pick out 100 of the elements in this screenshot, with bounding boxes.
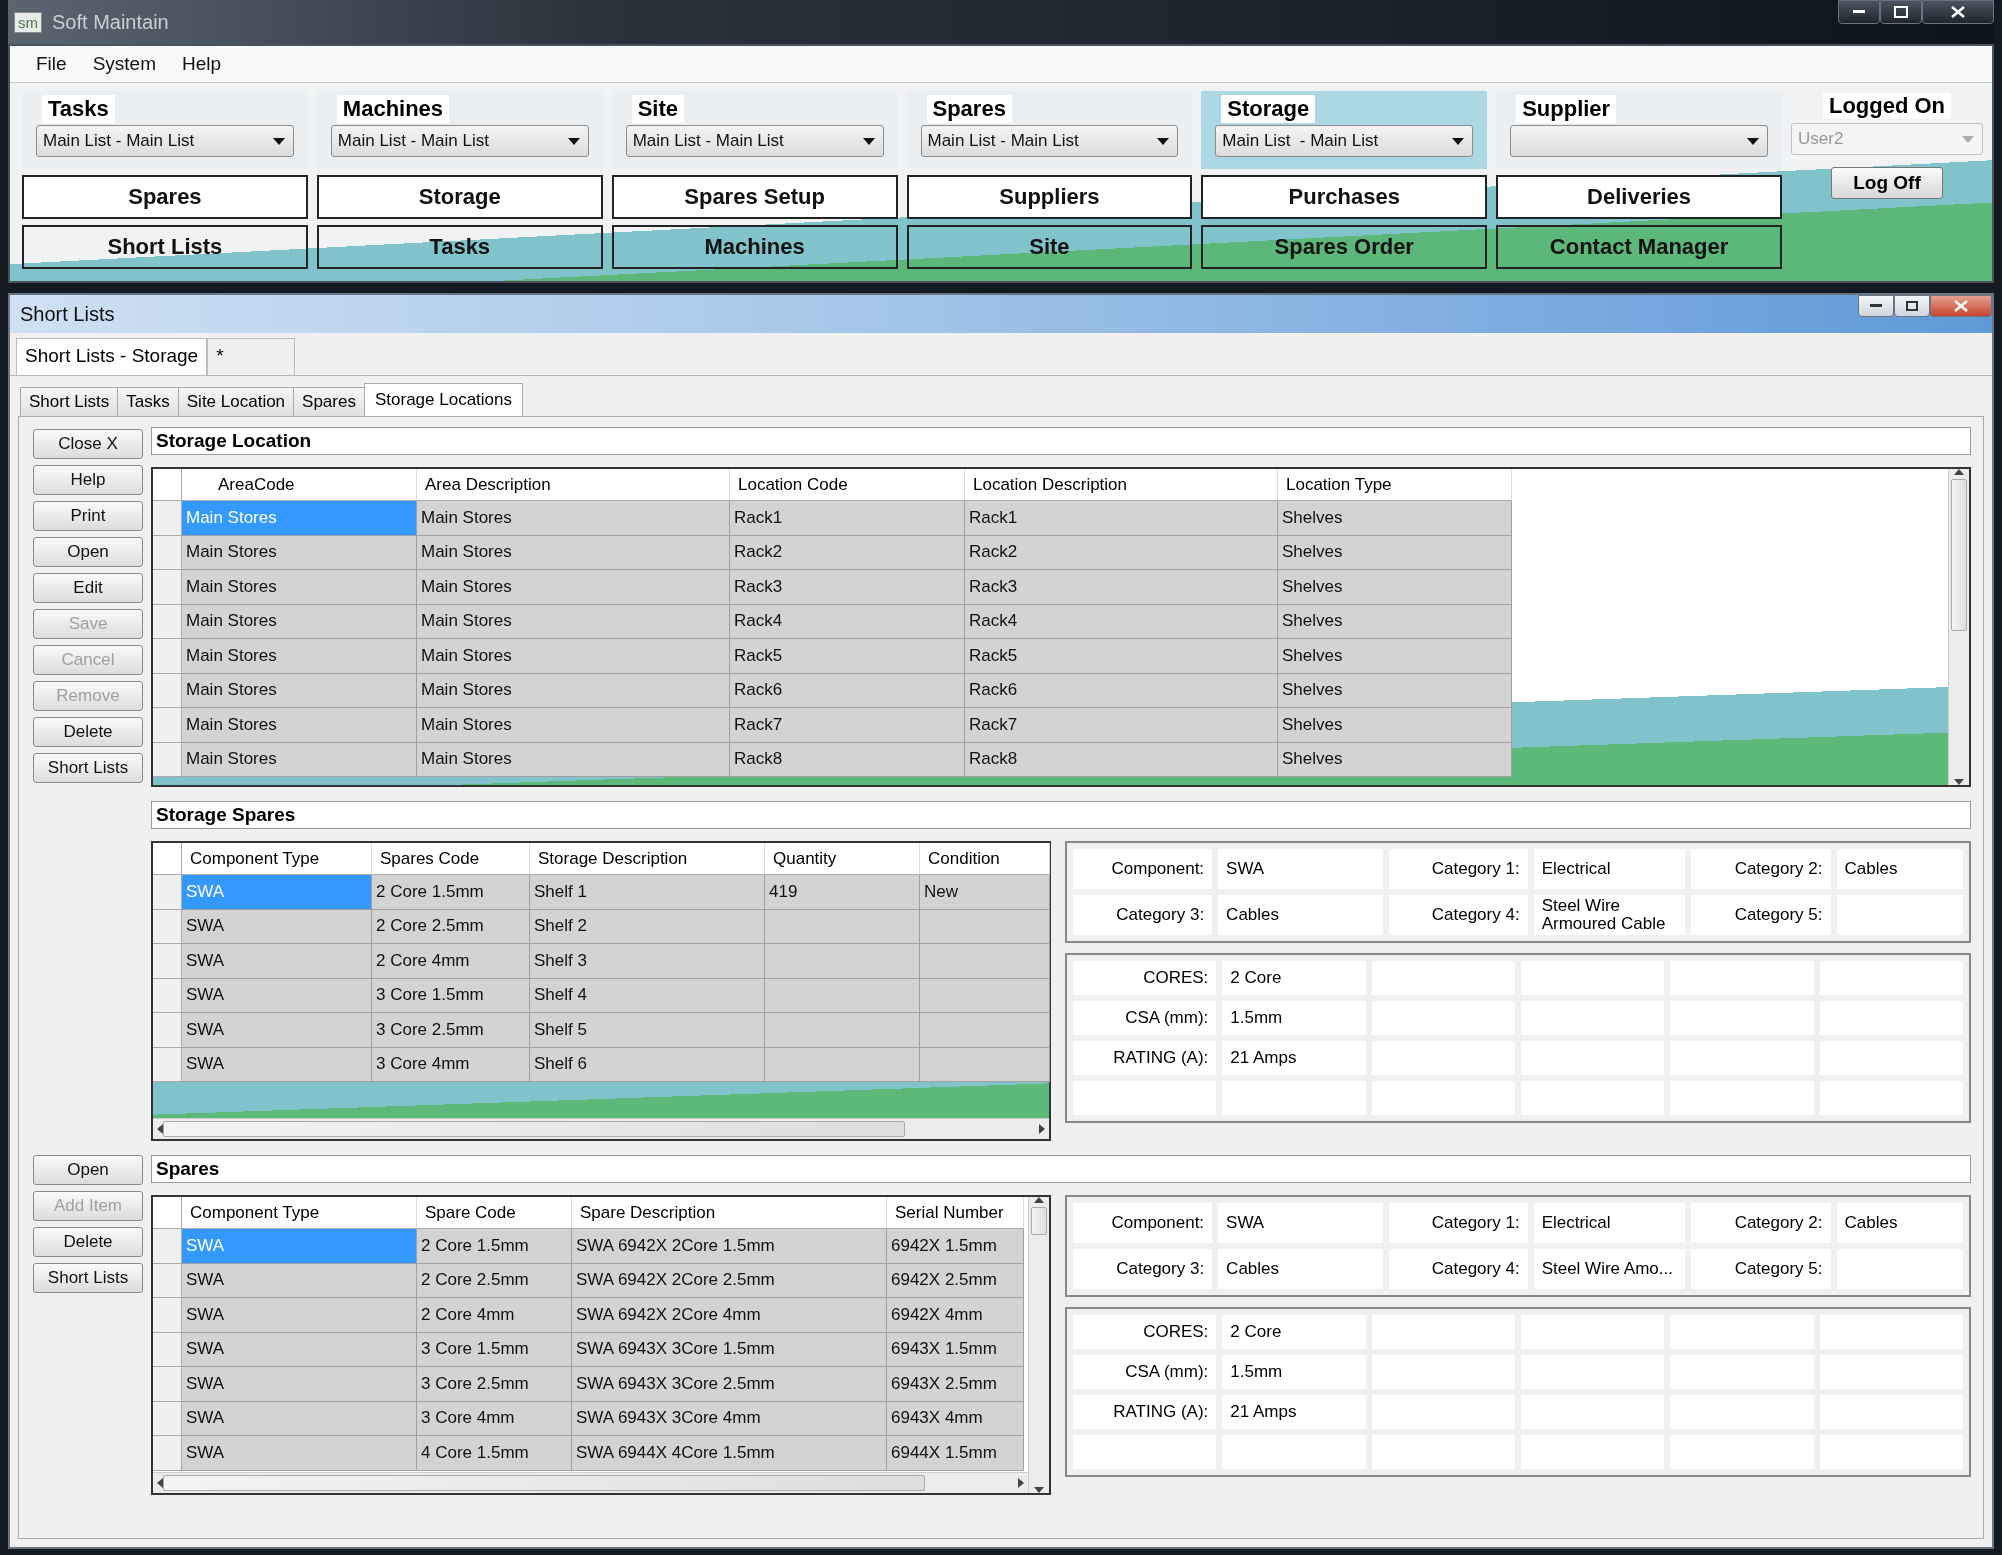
row-header[interactable] [153,604,182,639]
nav-button[interactable]: Short Lists [22,225,308,269]
row-header[interactable] [153,570,182,605]
table-cell[interactable]: 6944X 1.5mm [887,1436,1024,1471]
table-cell[interactable]: Shelves [1278,535,1512,570]
table-cell[interactable]: 3 Core 4mm [372,1047,530,1082]
table-cell[interactable]: SWA [182,1436,417,1471]
table-cell[interactable] [920,978,1050,1013]
table-cell[interactable] [920,909,1050,944]
table-cell[interactable]: 2 Core 4mm [372,944,530,979]
column-header[interactable]: Spare Code [417,1197,572,1229]
nav-button[interactable]: Suppliers [906,175,1193,219]
table-cell[interactable]: Rack5 [965,639,1278,674]
table-cell[interactable]: SWA [182,1298,417,1333]
column-header[interactable]: Quantity [765,843,920,875]
side-button[interactable]: Open [33,1155,143,1185]
table-cell[interactable]: 2 Core 1.5mm [372,875,530,910]
nav-button[interactable]: Tasks [316,225,603,269]
side-button[interactable]: Help [33,465,143,495]
side-button[interactable]: Short Lists [33,1263,143,1293]
scroll-up-icon[interactable] [1954,469,1964,475]
side-button[interactable]: Short Lists [33,753,143,783]
list-dropdown[interactable]: Main List - Main List [625,125,884,157]
tab[interactable]: Storage Locations [363,383,523,416]
scroll-up-icon[interactable] [1034,1197,1044,1203]
table-cell[interactable]: Main Stores [182,742,417,777]
table-cell[interactable]: Rack6 [965,673,1278,708]
table-cell[interactable]: Rack5 [730,639,965,674]
list-dropdown[interactable]: Main List - Main List [36,125,294,157]
table-cell[interactable]: Rack7 [965,708,1278,743]
horizontal-scrollbar[interactable] [153,1472,1028,1493]
table-cell[interactable]: Main Stores [417,639,730,674]
table-cell[interactable] [920,1047,1050,1082]
table-cell[interactable]: Rack1 [965,501,1278,536]
scrollbar-thumb[interactable] [163,1475,925,1491]
scroll-down-icon[interactable] [1954,779,1964,785]
table-cell[interactable]: SWA [182,944,372,979]
maximize-button[interactable] [1880,0,1922,24]
table-cell[interactable]: 4 Core 1.5mm [417,1436,572,1471]
table-cell[interactable]: 3 Core 4mm [417,1401,572,1436]
table-cell[interactable]: Rack1 [730,501,965,536]
scroll-right-icon[interactable] [1018,1478,1024,1488]
table-cell[interactable]: 3 Core 2.5mm [417,1367,572,1402]
table-cell[interactable]: Main Stores [417,501,730,536]
table-cell[interactable]: 3 Core 1.5mm [417,1332,572,1367]
nav-button[interactable]: Contact Manager [1496,225,1782,269]
list-dropdown[interactable]: Main List - Main List [1215,125,1474,157]
table-cell[interactable]: Main Stores [417,708,730,743]
table-cell[interactable]: 6942X 2.5mm [887,1263,1024,1298]
table-cell[interactable]: Rack8 [730,742,965,777]
selector-panel[interactable]: Site Main List - Main List [611,91,898,169]
table-cell[interactable]: Shelves [1278,570,1512,605]
menu-item[interactable]: System [82,49,166,79]
table-cell[interactable]: New [920,875,1050,910]
table-cell[interactable]: Main Stores [417,742,730,777]
column-header[interactable]: AreaCode [182,469,417,501]
vertical-scrollbar[interactable] [1028,1197,1049,1493]
table-cell[interactable]: Shelf 1 [530,875,765,910]
table-cell[interactable]: 6943X 2.5mm [887,1367,1024,1402]
table-cell[interactable]: Main Stores [417,535,730,570]
table-cell[interactable]: 3 Core 2.5mm [372,1013,530,1048]
table-cell[interactable]: SWA 6943X 3Core 1.5mm [572,1332,887,1367]
table-cell[interactable] [765,1047,920,1082]
nav-button[interactable]: Spares [22,175,308,219]
table-cell[interactable]: Rack4 [730,604,965,639]
tab[interactable]: Spares [293,387,365,416]
table-cell[interactable]: 6943X 4mm [887,1401,1024,1436]
table-cell[interactable]: SWA 6943X 3Core 2.5mm [572,1367,887,1402]
column-header[interactable]: Component Type [182,843,372,875]
column-header[interactable]: Storage Description [530,843,765,875]
selector-panel[interactable]: Supplier [1496,91,1782,169]
table-cell[interactable]: SWA [182,1263,417,1298]
row-header[interactable] [153,1263,182,1298]
selector-panel[interactable]: Tasks Main List - Main List [22,91,308,169]
table-cell[interactable]: Main Stores [182,639,417,674]
table-cell[interactable]: 2 Core 2.5mm [372,909,530,944]
minimize-button[interactable] [1858,295,1894,317]
table-cell[interactable]: Rack4 [965,604,1278,639]
side-button[interactable]: Print [33,501,143,531]
table-cell[interactable]: Shelf 6 [530,1047,765,1082]
row-header[interactable] [153,1332,182,1367]
scroll-down-icon[interactable] [1034,1487,1044,1493]
table-cell[interactable]: Shelves [1278,708,1512,743]
table-cell[interactable]: 6943X 1.5mm [887,1332,1024,1367]
row-header[interactable] [153,1013,182,1048]
row-header[interactable] [153,469,182,501]
row-header[interactable] [153,978,182,1013]
table-cell[interactable]: SWA 6944X 4Core 1.5mm [572,1436,887,1471]
table-cell[interactable] [920,944,1050,979]
column-header[interactable]: Serial Number [887,1197,1024,1229]
list-dropdown[interactable] [1510,125,1768,157]
close-button[interactable] [1922,0,1994,24]
table-cell[interactable]: Shelf 4 [530,978,765,1013]
table-cell[interactable]: 6942X 1.5mm [887,1229,1024,1264]
column-header[interactable]: Location Type [1278,469,1512,501]
table-cell[interactable]: SWA 6942X 2Core 1.5mm [572,1229,887,1264]
column-header[interactable]: Condition [920,843,1050,875]
table-cell[interactable]: 2 Core 2.5mm [417,1263,572,1298]
table-cell[interactable]: Rack2 [730,535,965,570]
nav-button[interactable]: Spares Setup [611,175,898,219]
